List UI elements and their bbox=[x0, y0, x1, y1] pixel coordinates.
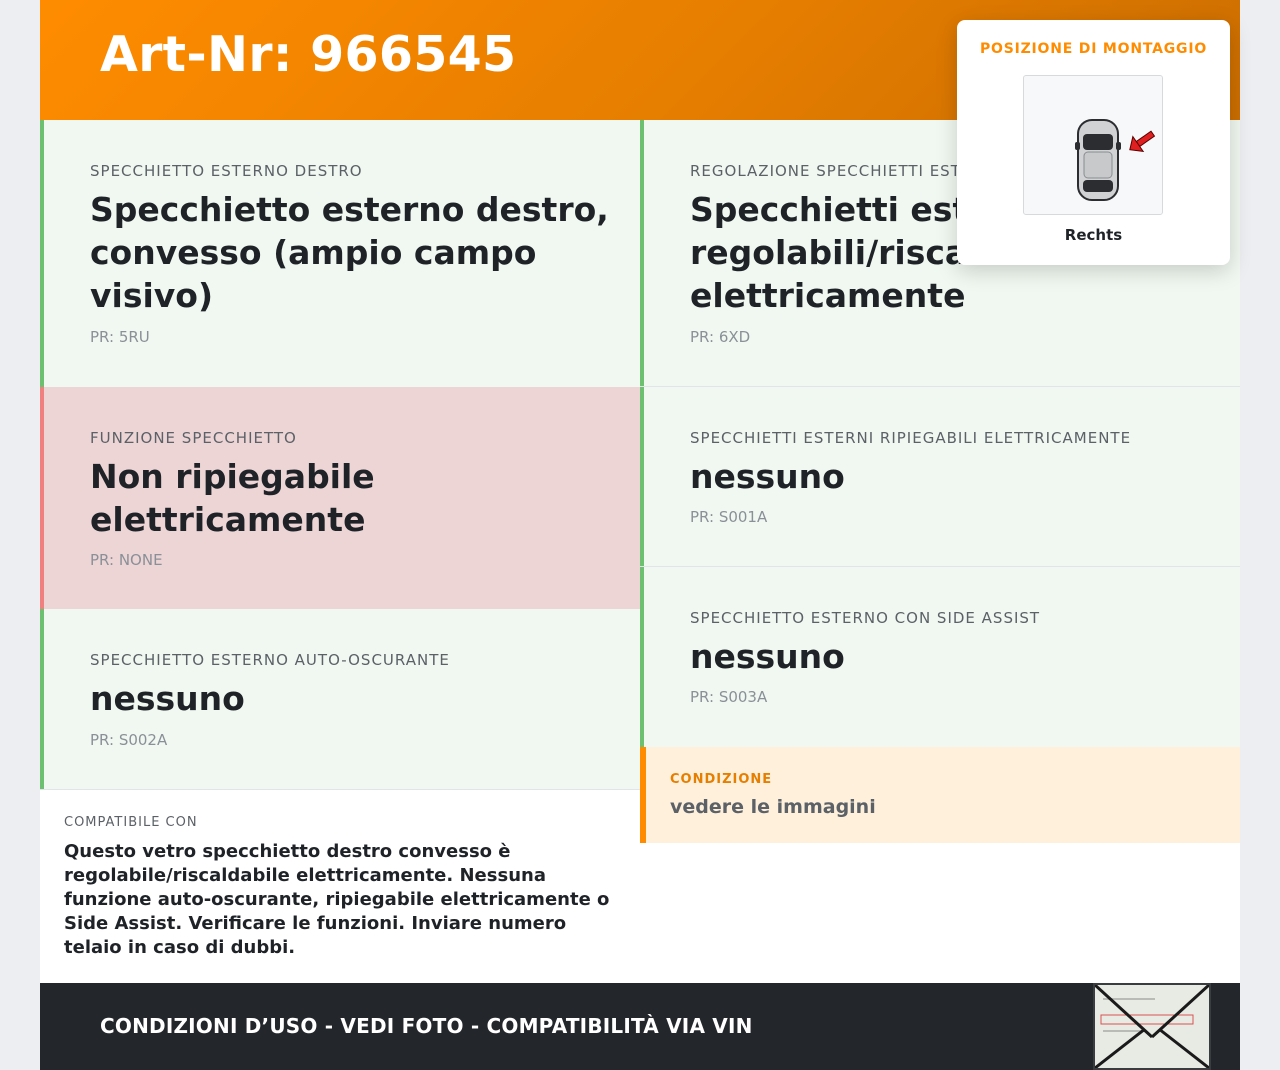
card-value: Specchietto esterno destro, convesso (am… bbox=[90, 190, 609, 315]
card-mirror-dimming: SPECCHIETTO ESTERNO AUTO-OSCURANTE nessu… bbox=[40, 609, 640, 790]
envelope-photo-icon[interactable] bbox=[1093, 983, 1211, 1070]
footer: CONDIZIONI D’USO - VEDI FOTO - COMPATIBI… bbox=[40, 983, 1240, 1070]
card-mirror-right: SPECCHIETTO ESTERNO DESTRO Specchietto e… bbox=[40, 120, 640, 387]
compatibility-section: COMPATIBILE CON Questo vetro specchietto… bbox=[40, 790, 640, 983]
mounting-position-popup: POSIZIONE DI MONTAGGIO Rechts bbox=[957, 20, 1230, 265]
card-label: REGOLAZIONE SPECCHIETTI ESTERNI bbox=[690, 162, 1001, 180]
card-value: nessuno bbox=[690, 637, 845, 676]
card-label: SPECCHIETTI ESTERNI RIPIEGABILI ELETTRIC… bbox=[690, 429, 1132, 447]
card-value: nessuno bbox=[90, 679, 245, 718]
card-mirror-folding: SPECCHIETTI ESTERNI RIPIEGABILI ELETTRIC… bbox=[640, 387, 1240, 567]
compatibility-text: Questo vetro specchietto destro convesso… bbox=[64, 841, 610, 958]
compatibility-label: COMPATIBILE CON bbox=[64, 815, 198, 830]
card-pr-code: PR: NONE bbox=[90, 551, 163, 569]
card-mirror-function: FUNZIONE SPECCHIETTO Non ripiegabile ele… bbox=[40, 387, 640, 609]
card-pr-code: PR: S001A bbox=[690, 508, 768, 526]
footer-text: CONDIZIONI D’USO - VEDI FOTO - COMPATIBI… bbox=[100, 1014, 753, 1038]
card-mirror-side-assist: SPECCHIETTO ESTERNO CON SIDE ASSIST ness… bbox=[640, 567, 1240, 747]
card-label: SPECCHIETTO ESTERNO AUTO-OSCURANTE bbox=[90, 651, 450, 669]
popup-title: POSIZIONE DI MONTAGGIO bbox=[979, 41, 1208, 57]
card-pr-code: PR: S002A bbox=[90, 731, 168, 749]
card-label: SPECCHIETTO ESTERNO DESTRO bbox=[90, 162, 363, 180]
condition-value: vedere le immagini bbox=[670, 796, 876, 818]
article-number-title: Art-Nr: 966545 bbox=[100, 26, 517, 83]
divider bbox=[640, 386, 1240, 387]
card-label: SPECCHIETTO ESTERNO CON SIDE ASSIST bbox=[690, 609, 1041, 627]
card-pr-code: PR: 5RU bbox=[90, 328, 150, 346]
condition-box: CONDIZIONE vedere le immagini bbox=[640, 747, 1240, 843]
envelope-icon bbox=[1093, 983, 1211, 1070]
car-right-mirror-icon bbox=[1023, 75, 1163, 215]
card-pr-code: PR: 6XD bbox=[690, 328, 751, 346]
card-pr-code: PR: S003A bbox=[690, 688, 768, 706]
card-value: Non ripiegabile elettricamente bbox=[90, 457, 375, 539]
condition-label: CONDIZIONE bbox=[670, 772, 773, 787]
card-label: FUNZIONE SPECCHIETTO bbox=[90, 429, 297, 447]
position-label: Rechts bbox=[1064, 226, 1123, 244]
card-value: nessuno bbox=[690, 457, 845, 496]
divider bbox=[640, 566, 1240, 567]
